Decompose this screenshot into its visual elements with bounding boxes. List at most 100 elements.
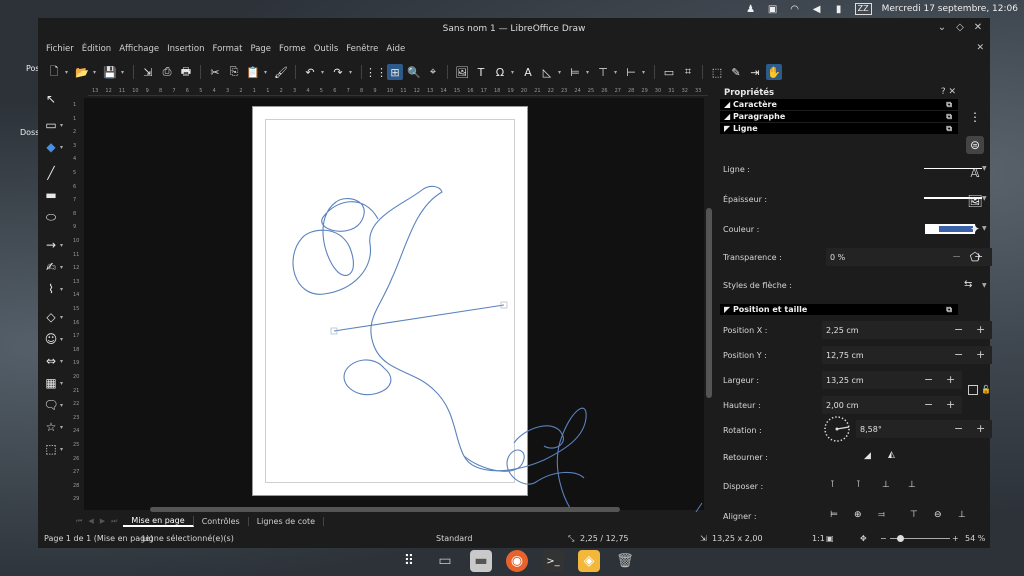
chevron-down-icon[interactable]: ▾ <box>614 69 620 76</box>
menu-edition[interactable]: Édition <box>78 44 115 54</box>
copy-icon[interactable]: ⎘ <box>226 64 242 80</box>
redo-icon[interactable]: ↷ <box>330 64 346 80</box>
transparence-value[interactable]: 0 % <box>830 253 845 262</box>
minimize-button[interactable]: ⌄ <box>936 22 948 34</box>
text-icon[interactable]: T <box>473 64 489 80</box>
send-backward-icon[interactable]: ⊥ <box>882 480 890 490</box>
chevron-down-icon[interactable]: ▾ <box>60 242 63 249</box>
tab-properties-icon[interactable]: ⊜ <box>966 136 984 154</box>
toggle-extrusion-icon[interactable]: ⇥ <box>747 64 763 80</box>
align-right-icon[interactable]: ⫤ <box>878 510 885 520</box>
drawing-canvas[interactable] <box>84 98 704 513</box>
first-tab-arrow-icon[interactable]: ⏮ <box>76 517 82 526</box>
prev-tab-arrow-icon[interactable]: ◀ <box>88 517 93 525</box>
section-caractere[interactable]: ◢ Caractère ⧉ <box>720 99 958 110</box>
menu-affichage[interactable]: Affichage <box>115 44 163 54</box>
menu-page[interactable]: Page <box>246 44 275 54</box>
chevron-down-icon[interactable]: ▾ <box>60 314 63 321</box>
chevron-down-icon[interactable]: ▾ <box>65 69 71 76</box>
scrollbar-thumb[interactable] <box>150 507 620 512</box>
horizontal-ruler[interactable]: 13 12 11 10 9 8 7 6 5 4 3 2 1 1 2 3 4 5 6 7 8 9 10 11 12 13 14 15 16… <box>88 88 708 96</box>
files-app-icon[interactable]: ▬ <box>470 550 492 572</box>
increment-button[interactable]: + <box>946 398 955 411</box>
decrement-button[interactable]: − <box>924 398 933 411</box>
horizontal-scrollbar[interactable] <box>150 507 664 513</box>
chevron-down-icon[interactable]: ▾ <box>264 69 270 76</box>
connector-tool[interactable]: ⌇ ▾ <box>42 280 68 298</box>
hauteur-spinbox[interactable]: 2,00 cm − + <box>822 396 962 414</box>
ellipse-tool[interactable]: ⬭ <box>42 208 68 226</box>
libreoffice-draw-icon[interactable]: ◈ <box>578 550 600 572</box>
chevron-down-icon[interactable]: ▾ <box>60 402 63 409</box>
user-icon[interactable]: ♟ <box>745 3 757 15</box>
chevron-down-icon[interactable]: ▾ <box>60 358 63 365</box>
new-document-icon[interactable]: 🗋 <box>46 64 62 80</box>
terminal-icon[interactable]: >_ <box>542 550 564 572</box>
page[interactable] <box>252 106 528 496</box>
volume-icon[interactable]: ◀ <box>811 3 823 15</box>
align-left-icon[interactable]: ⊨ <box>830 510 838 520</box>
line-tool[interactable]: ╱ <box>42 164 68 182</box>
stars-tool[interactable]: ☆ ▾ <box>42 418 68 436</box>
menu-forme[interactable]: Forme <box>275 44 310 54</box>
status-style[interactable]: Standard <box>436 534 472 543</box>
restore-button[interactable]: ◇ <box>954 22 966 34</box>
more-options-icon[interactable]: ⧉ <box>946 124 952 134</box>
rotation-dial[interactable] <box>822 414 852 444</box>
zoom-out-icon[interactable]: − <box>880 534 887 543</box>
increment-button[interactable]: + <box>946 373 955 386</box>
save-status-icon[interactable]: ▣ <box>826 534 834 543</box>
firefox-icon[interactable]: ◉ <box>506 550 528 572</box>
bring-to-front-icon[interactable]: ⊺ <box>830 480 835 490</box>
position-y-value[interactable]: 12,75 cm <box>826 351 864 360</box>
chevron-down-icon[interactable]: ▾ <box>60 380 63 387</box>
zoom-in-icon[interactable]: + <box>952 534 959 543</box>
close-window-button[interactable]: ✕ <box>972 22 984 34</box>
section-ligne[interactable]: ◤ Ligne ⧉ <box>720 123 958 134</box>
trash-icon[interactable]: 🗑 <box>614 550 636 572</box>
tab-shapes-icon[interactable]: ⬠ <box>966 248 984 266</box>
keyboard-layout-badge[interactable]: ZZ <box>854 3 872 15</box>
transformations-icon[interactable]: ◺ <box>539 64 555 80</box>
fill-color-tool[interactable]: ◆ ▾ <box>42 138 68 156</box>
3d-objects-tool[interactable]: ⬚ ▾ <box>42 440 68 458</box>
send-to-back-icon[interactable]: ⊥ <box>908 480 916 490</box>
special-character-icon[interactable]: Ω <box>492 64 508 80</box>
symbol-shapes-tool[interactable]: ☺ ▾ <box>42 330 68 348</box>
crop-icon[interactable]: ⌗ <box>680 64 696 80</box>
fit-page-icon[interactable]: ✥ <box>860 534 867 543</box>
basic-shapes-tool[interactable]: ◇ ▾ <box>42 308 68 326</box>
chevron-down-icon[interactable]: ▾ <box>642 69 648 76</box>
bring-forward-icon[interactable]: ⊺ <box>856 480 861 490</box>
undo-icon[interactable]: ↶ <box>302 64 318 80</box>
chevron-down-icon[interactable]: ▾ <box>60 122 63 129</box>
grid-icon[interactable]: ⋮⋮ <box>365 64 387 80</box>
clipboard-icon[interactable]: ▣ <box>767 3 779 15</box>
points-edit-icon[interactable]: ⬚ <box>709 64 725 80</box>
more-options-icon[interactable]: ⧉ <box>946 305 952 315</box>
window-switcher-icon[interactable]: ▭ <box>434 550 456 572</box>
chevron-down-icon[interactable]: ▾ <box>349 69 355 76</box>
vertical-ruler[interactable]: 1 1 2 3 4 5 6 7 8 9 10 11 12 13 14 15 16 17 18 19 20 21 22 23 24… <box>72 98 82 510</box>
block-arrows-tool[interactable]: ⇔ ▾ <box>42 352 68 370</box>
status-zoom[interactable]: 54 % <box>965 534 985 543</box>
tab-gallery-icon[interactable]: 🖼 <box>966 192 984 210</box>
hauteur-value[interactable]: 2,00 cm <box>826 401 859 410</box>
desktop-icon-label[interactable]: Doss <box>20 128 39 137</box>
print-icon[interactable]: 🖶 <box>178 64 194 80</box>
shadow-icon[interactable]: ▭ <box>661 64 677 80</box>
menu-fichier[interactable]: Fichier <box>42 44 78 54</box>
align-objects-icon[interactable]: ⊨ <box>567 64 583 80</box>
tab-mise-en-page[interactable]: Mise en page <box>123 515 194 527</box>
vertical-scrollbar[interactable] <box>706 98 712 510</box>
select-tool[interactable]: ↖ <box>42 90 68 108</box>
image-icon[interactable]: 🖼 <box>454 64 470 80</box>
export-icon[interactable]: ⇲ <box>140 64 156 80</box>
tab-controles[interactable]: Contrôles <box>194 516 249 526</box>
align-top-icon[interactable]: ⊤ <box>910 510 918 520</box>
next-tab-arrow-icon[interactable]: ▶ <box>100 517 105 525</box>
chevron-down-icon[interactable]: ▾ <box>121 69 127 76</box>
position-x-value[interactable]: 2,25 cm <box>826 326 859 335</box>
arrange-icon[interactable]: ⊤ <box>595 64 611 80</box>
chevron-down-icon[interactable]: ▾ <box>60 264 63 271</box>
